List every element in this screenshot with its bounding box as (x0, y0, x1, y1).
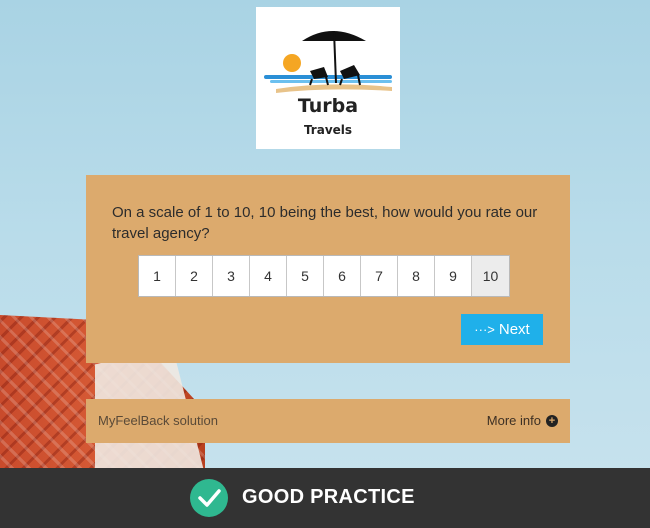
rating-option-10[interactable]: 10 (472, 256, 509, 296)
survey-footer: MyFeelBack solution More info + (86, 399, 570, 443)
brand-tagline: Travels (303, 123, 353, 137)
arrow-right-icon: ···> (474, 322, 495, 337)
rating-option-4[interactable]: 4 (250, 256, 287, 296)
rating-option-5[interactable]: 5 (287, 256, 324, 296)
rating-option-6[interactable]: 6 (324, 256, 361, 296)
more-info-link[interactable]: More info + (487, 413, 558, 428)
rating-option-7[interactable]: 7 (361, 256, 398, 296)
rating-option-9[interactable]: 9 (435, 256, 472, 296)
survey-question: On a scale of 1 to 10, 10 being the best… (112, 204, 538, 242)
rating-option-2[interactable]: 2 (176, 256, 213, 296)
powered-by-text: MyFeelBack solution (98, 413, 218, 428)
brand-name: Turba (297, 95, 359, 117)
rating-option-1[interactable]: 1 (139, 256, 176, 296)
plus-circle-icon: + (546, 414, 558, 427)
check-circle-icon (190, 479, 228, 517)
beach-umbrella-chairs-icon (264, 30, 392, 93)
next-button-label: Next (498, 321, 530, 338)
next-button[interactable]: ···> Next (461, 314, 543, 345)
rating-option-3[interactable]: 3 (213, 256, 250, 296)
brand-logo: Turba Travels (256, 7, 400, 149)
banner-label: GOOD PRACTICE (242, 486, 415, 508)
rating-option-8[interactable]: 8 (398, 256, 435, 296)
good-practice-banner: GOOD PRACTICE (0, 468, 650, 528)
survey-card: On a scale of 1 to 10, 10 being the best… (86, 175, 570, 363)
rating-scale: 1 2 3 4 5 6 7 8 9 10 (138, 255, 510, 297)
more-info-label: More info (486, 413, 541, 428)
